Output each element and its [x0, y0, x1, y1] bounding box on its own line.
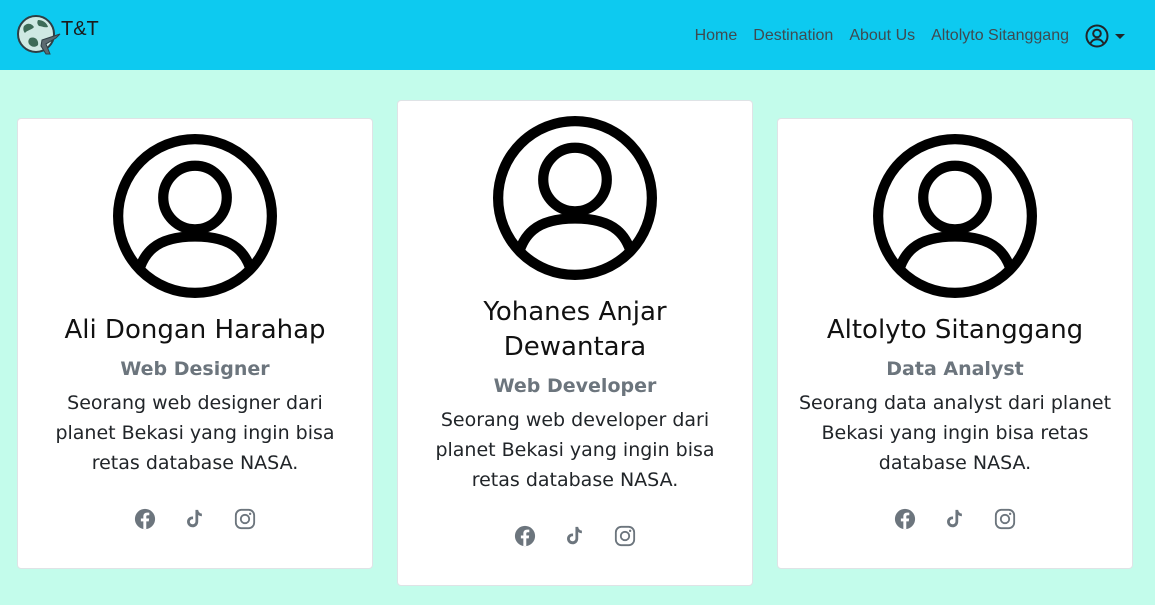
instagram-icon[interactable]: [614, 525, 636, 547]
member-role: Web Designer: [120, 358, 270, 380]
member-name: Yohanes Anjar Dewantara: [483, 297, 667, 362]
avatar-icon: [493, 116, 657, 280]
member-role: Data Analyst: [886, 358, 1024, 380]
social-links: [18, 508, 372, 530]
navbar: T&T Home Destination About Us Altolyto S…: [0, 0, 1155, 70]
member-name: Ali Dongan Harahap: [64, 315, 326, 345]
nav-links: Home Destination About Us Altolyto Sitan…: [687, 24, 1125, 48]
avatar-icon: [873, 134, 1037, 298]
user-circle-icon: [1085, 24, 1109, 48]
nav-link-destination[interactable]: Destination: [745, 27, 841, 45]
social-links: [778, 508, 1132, 530]
tiktok-icon[interactable]: [944, 508, 966, 530]
member-description: Seorang web designer dari planet Bekasi …: [55, 392, 335, 474]
member-description: Seorang web developer dari planet Bekasi…: [435, 409, 715, 491]
avatar-icon: [113, 134, 277, 298]
team-card-3: Altolyto Sitanggang Data Analyst Seorang…: [777, 118, 1133, 569]
user-dropdown-toggle[interactable]: [1085, 24, 1125, 48]
globe-plane-logo-icon: [17, 15, 61, 55]
facebook-icon[interactable]: [514, 525, 536, 547]
member-description: Seorang data analyst dari planet Bekasi …: [798, 392, 1112, 474]
brand-text: T&T: [61, 17, 99, 40]
team-card-2: Yohanes Anjar Dewantara Web Developer Se…: [397, 100, 753, 586]
member-role: Web Developer: [493, 375, 657, 397]
nav-link-about-us[interactable]: About Us: [841, 27, 923, 45]
member-name: Altolyto Sitanggang: [826, 315, 1084, 345]
tiktok-icon[interactable]: [184, 508, 206, 530]
nav-link-home[interactable]: Home: [687, 27, 746, 45]
nav-link-user-name[interactable]: Altolyto Sitanggang: [923, 27, 1077, 45]
facebook-icon[interactable]: [134, 508, 156, 530]
team-card-1: Ali Dongan Harahap Web Designer Seorang …: [17, 118, 373, 569]
brand[interactable]: T&T: [16, 14, 99, 58]
chevron-down-icon: [1115, 33, 1125, 39]
facebook-icon[interactable]: [894, 508, 916, 530]
social-links: [398, 525, 752, 547]
tiktok-icon[interactable]: [564, 525, 586, 547]
instagram-icon[interactable]: [234, 508, 256, 530]
instagram-icon[interactable]: [994, 508, 1016, 530]
